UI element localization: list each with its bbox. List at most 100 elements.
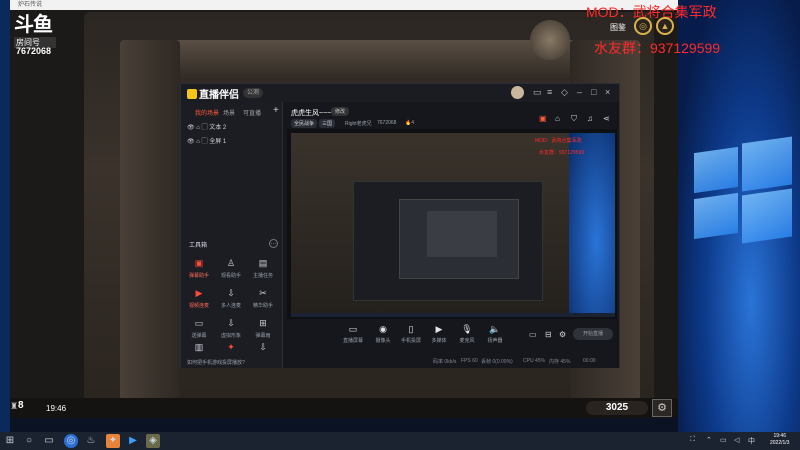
search-icon[interactable]: ○ [22,434,36,448]
control-label: 摄像头 [375,338,391,344]
deck-count: 8 [18,400,24,411]
stream-title: 虎虎生风~~~ [291,110,332,117]
collection-icon[interactable]: ◎ [634,17,652,35]
control-label: 麦克风 [459,338,475,344]
preview-fan-text: 水友群：937129599 [539,150,585,156]
phone-icon: ▯ [408,324,414,334]
speaker-icon: 🔈 [489,324,501,334]
tool-label: 多人连麦 [220,303,241,309]
app-name: 直播伴侣 [199,90,239,101]
game-launcher-icon[interactable]: ✦ [106,434,120,448]
skin-icon[interactable]: ◇ [561,87,568,98]
barrage-icon: ▣ [194,258,204,268]
layout-icon[interactable]: ⊟ [545,330,552,339]
hearthstone-icon[interactable]: ◈ [146,434,160,448]
source-row[interactable]: 👁 ⌂ ▢ 文本 2 [187,122,226,131]
source-label: 全屏 1 [209,139,227,145]
camera-button[interactable]: ◉ 摄像头 [369,324,397,344]
control-bar: ▭ 直播屏幕 ◉ 摄像头 ▯ 手机投屏 ▶ 多媒体 🎙 麦克风 🔈 扬声器 [283,320,619,350]
media-button[interactable]: ▶ 多媒体 [425,324,453,344]
streaming-app-window[interactable]: 直播伴侣 公测 ▭ ≡ ◇ – □ × 我的场景 场景 可直播 + 👁 ⌂ ▢ … [180,83,620,368]
close-icon[interactable]: × [605,87,610,97]
windows-start-icon[interactable]: ⊞ [3,434,17,448]
minimize-icon[interactable]: – [577,87,582,97]
windows-logo-pane [742,188,792,244]
stream-app-icon[interactable]: ▶ [126,434,140,448]
gift-icon[interactable]: ▣ [539,114,547,123]
tool-screenshot[interactable]: ▥ [183,342,215,358]
subcategory-chip[interactable]: 三国 [319,119,336,128]
record-icon[interactable]: ▭ [529,330,537,339]
chevron-up-icon[interactable]: ⌃ [706,436,712,444]
people-icon[interactable]: ⛶ [690,436,695,444]
achievement-icon[interactable]: ▲ [656,17,674,35]
windows-logo-pane [694,146,738,194]
tool-download[interactable]: ⇩ [247,342,279,358]
menu-icon[interactable]: ≡ [547,87,552,97]
network-icon[interactable]: ▭ [720,436,727,444]
video-icon: ▶ [195,288,203,298]
control-label: 扬声器 [487,338,503,344]
windows-logo-pane [742,136,792,192]
tool-more[interactable]: ✦ [215,342,247,358]
more-icon[interactable]: … [269,239,278,248]
stat-fps: FPS 60 [461,358,478,364]
lock-icon[interactable]: ⌂ [555,114,560,123]
microphone-icon: 🎙 [461,324,473,334]
tool-anchor-task[interactable]: ▤ 主播任务 [247,258,279,288]
tab-live[interactable]: 可直播 [243,108,261,117]
tab-scene[interactable]: 场景 [223,108,235,117]
bell-icon[interactable]: ♫ [587,114,593,123]
source-row[interactable]: 👁 ⌂ ▢ 全屏 1 [187,136,226,145]
tool-multi-link[interactable]: ⇩ 多人连麦 [215,288,247,318]
control-label: 直播屏幕 [342,338,363,344]
stream-preview[interactable]: MOD：武将合集军政 水友群：937129599 [287,129,617,319]
tool-label: 虚拟形象 [220,333,241,339]
room-id: 7672068 [377,120,397,126]
maximize-icon[interactable]: □ [591,87,596,97]
screen-capture-button[interactable]: ▭ 直播屏幕 [339,324,367,344]
phone-cast-button[interactable]: ▯ 手机投屏 [397,324,425,344]
tab-my-scene[interactable]: 我的场景 [195,108,219,117]
share-icon[interactable]: ⋖ [603,114,610,123]
fan-group-text: 水友群：937129599 [594,40,721,56]
tool-video-link[interactable]: ▶ 视频连麦 [183,288,215,318]
streamer-name: Right老虎兄 [345,121,372,127]
board-emblem [530,20,570,60]
settings-icon[interactable]: ⚙ [559,330,566,339]
tool-barrage-helper[interactable]: ▣ 弹幕助手 [183,258,215,288]
browser-icon[interactable]: ◎ [64,434,78,448]
control-label: 手机投屏 [400,338,421,344]
category-chip[interactable]: 全民战争 [291,119,318,128]
steam-icon[interactable]: ♨ [84,434,98,448]
settings-gear-icon[interactable]: ⚙ [652,399,672,417]
desktop-wallpaper [678,0,800,432]
clock-date: 2022/1/3 [770,440,790,446]
avatar[interactable] [511,86,524,99]
app-titlebar[interactable]: 直播伴侣 公测 ▭ ≡ ◇ – □ × [181,84,619,102]
app-badge: 公测 [243,88,264,98]
edit-title-button[interactable]: 修改 [331,107,350,116]
monitor-icon: ▭ [348,324,358,334]
task-view-icon[interactable]: ▭ [42,434,56,448]
preview-taskbar [291,313,615,317]
microphone-button[interactable]: 🎙 麦克风 [453,324,481,344]
clock-time: 19:46 [773,433,786,439]
user-icon: ♙ [226,258,236,268]
tool-highlight[interactable]: ✂ 精华助手 [247,288,279,318]
speaker-button[interactable]: 🔈 扬声器 [481,324,509,344]
download-icon: ⇩ [227,318,235,328]
tool-watch-helper[interactable]: ♙ 观看助手 [215,258,247,288]
ime-icon[interactable]: 中 [748,436,755,446]
stat-bitrate: 码率 0kb/s [433,359,457,365]
clock[interactable]: 19:46 2022/1/3 [770,433,789,447]
shield-icon[interactable]: ⛉ [571,114,577,124]
stat-duration: 00:00 [583,358,596,364]
add-scene-icon[interactable]: + [273,105,279,116]
start-live-button[interactable]: 开始直播 [573,328,613,340]
message-icon[interactable]: ▭ [533,87,542,98]
side-tip-link[interactable]: 如何把手机游戏投屏播放? [187,359,245,366]
game-titlebar[interactable]: 炉石传说 [10,0,678,10]
volume-icon[interactable]: ◁ [734,436,739,444]
windows-logo-pane [694,192,738,240]
